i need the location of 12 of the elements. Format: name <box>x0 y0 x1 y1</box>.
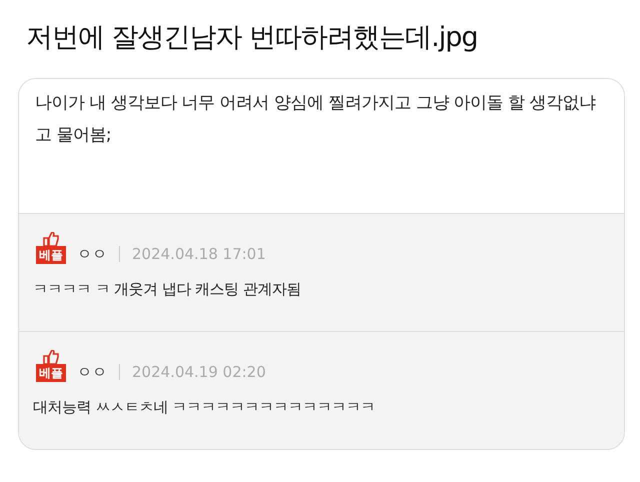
comment-date: 2024.04.19 02:20 <box>132 362 266 382</box>
thumbs-up-icon <box>42 350 60 364</box>
comment-date: 2024.04.18 17:01 <box>132 244 266 264</box>
comment-author: ㅇㅇ <box>77 362 107 382</box>
best-reply-badge: 베플 <box>33 232 69 264</box>
comment-author: ㅇㅇ <box>77 244 107 264</box>
post-title: 저번에 잘생긴남자 번따하려했는데.jpg <box>26 21 479 55</box>
best-reply-badge: 베플 <box>33 350 69 382</box>
comment-text: ㅋㅋㅋㅋ ㅋ 개웃겨 냅다 캐스팅 관계자됨 <box>33 279 302 300</box>
thumbs-up-icon <box>42 232 60 246</box>
comment-text: 대처능력 ㅆㅅㅌㅊ네 ㅋㅋㅋㅋㅋㅋㅋㅋㅋㅋㅋㅋㅋㅋ <box>33 397 376 418</box>
post-body: 나이가 내 생각보다 너무 어려서 양심에 찔려가지고 그냥 아이돌 할 생각없냐고 물어봄; <box>35 92 597 147</box>
